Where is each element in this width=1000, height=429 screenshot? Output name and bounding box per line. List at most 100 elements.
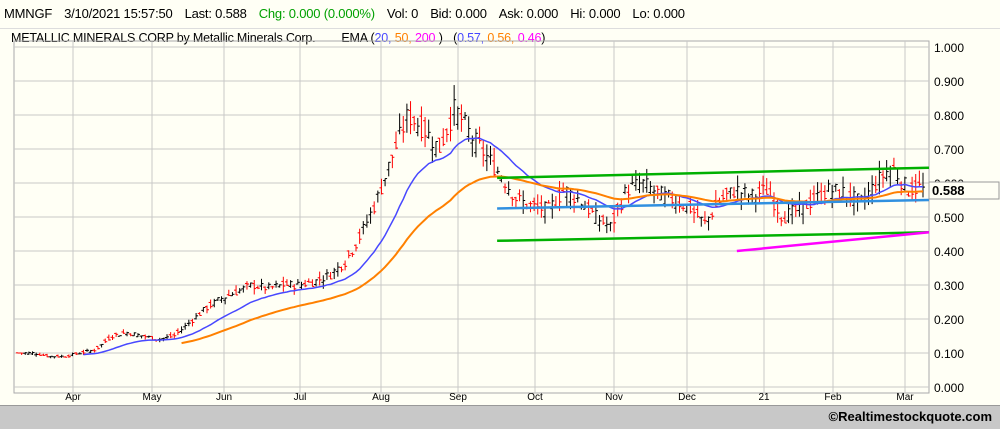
price-bar	[786, 201, 791, 224]
price-bar	[350, 252, 355, 258]
price-bar	[241, 285, 246, 293]
x-tick-label: Feb	[824, 392, 842, 403]
price-bar	[390, 154, 395, 169]
price-bar	[66, 354, 71, 358]
price-bar	[412, 115, 417, 131]
upper-channel-line	[497, 166, 930, 180]
price-bar	[881, 170, 886, 188]
price-bar	[644, 168, 649, 193]
price-bar	[146, 335, 151, 338]
price-bar	[891, 157, 896, 169]
price-bar	[826, 179, 831, 192]
price-bar	[364, 214, 369, 228]
price-bar	[873, 175, 878, 194]
price-bar	[641, 178, 646, 193]
x-tick-label: Jul	[294, 392, 307, 403]
price-bar	[848, 182, 853, 207]
price-bar	[503, 183, 508, 194]
price-bar	[335, 262, 340, 277]
price-bar	[237, 288, 242, 294]
price-bar	[234, 285, 239, 296]
price-bar	[52, 356, 57, 359]
price-bar	[201, 306, 206, 313]
price-bar	[219, 296, 224, 303]
x-tick-label: Aug	[372, 392, 390, 403]
price-bar	[121, 329, 126, 334]
x-tick-label: Mar	[896, 392, 914, 403]
price-bar	[92, 348, 97, 353]
price-bar	[492, 147, 497, 177]
price-bar	[357, 228, 362, 244]
price-bar	[303, 279, 308, 288]
price-bar	[724, 187, 729, 201]
price-bar	[215, 297, 220, 301]
price-bar	[633, 170, 638, 191]
price-bar	[742, 183, 747, 198]
price-bar	[354, 244, 359, 252]
price-bar	[383, 178, 388, 187]
price-bar	[521, 190, 526, 214]
price-bar	[441, 128, 446, 147]
footer: ©Realtimestockquote.com	[0, 405, 1000, 429]
price-bar	[750, 188, 755, 204]
price-bar	[833, 183, 838, 192]
price-bar	[270, 286, 275, 290]
price-bar	[837, 189, 842, 199]
price-bar	[186, 319, 191, 327]
price-bar	[179, 326, 184, 334]
price-bar	[601, 214, 606, 225]
price-bar	[125, 331, 130, 337]
price-bar	[252, 279, 257, 295]
x-tick-label: Oct	[527, 392, 543, 403]
price-bar	[45, 353, 50, 358]
price-bar	[175, 328, 180, 336]
price-bar	[622, 184, 627, 195]
price-bar	[764, 178, 769, 195]
price-bar	[655, 185, 660, 200]
price-bar	[877, 160, 882, 195]
price-bar	[274, 280, 279, 288]
price-bar	[343, 260, 348, 271]
price-bar	[452, 85, 457, 126]
price-bar	[295, 278, 300, 285]
price-bar	[168, 332, 173, 339]
price-bar	[204, 305, 209, 314]
price-bar	[208, 299, 213, 309]
price-bar	[361, 221, 366, 235]
price-bar	[870, 175, 875, 205]
price-bar	[415, 117, 420, 137]
price-bar	[110, 335, 115, 340]
x-tick-label: Apr	[65, 392, 81, 403]
price-bar	[135, 333, 140, 338]
last-price-label: 0.588	[932, 183, 965, 198]
price-bar	[444, 128, 449, 143]
price-bar	[226, 289, 231, 297]
price-bar	[921, 172, 925, 198]
price-bar	[448, 106, 453, 142]
price-bar	[212, 298, 217, 308]
price-bar	[281, 276, 286, 292]
price-bar	[495, 166, 500, 175]
price-bar	[172, 332, 177, 339]
price-bar	[575, 189, 580, 203]
x-tick-label: 21	[758, 392, 770, 403]
price-bar	[702, 211, 707, 225]
price-bar	[408, 101, 413, 135]
price-chart: 0.0000.1000.2000.3000.4000.5000.6000.700…	[13, 40, 1000, 403]
price-bar	[572, 194, 577, 213]
price-bar	[117, 335, 122, 337]
price-bar	[393, 131, 398, 150]
price-bar	[255, 285, 260, 290]
price-bar	[426, 119, 431, 139]
y-tick-label: 0.300	[934, 279, 964, 293]
price-bar	[484, 144, 489, 172]
y-tick-label: 0.100	[934, 347, 964, 361]
price-bar	[910, 176, 915, 201]
price-bar	[586, 199, 591, 219]
price-bar	[103, 338, 108, 344]
price-bar	[339, 266, 344, 273]
price-bar	[517, 189, 522, 202]
x-tick-label: May	[143, 392, 162, 403]
price-bar	[546, 200, 551, 204]
y-tick-label: 0.800	[934, 109, 964, 123]
